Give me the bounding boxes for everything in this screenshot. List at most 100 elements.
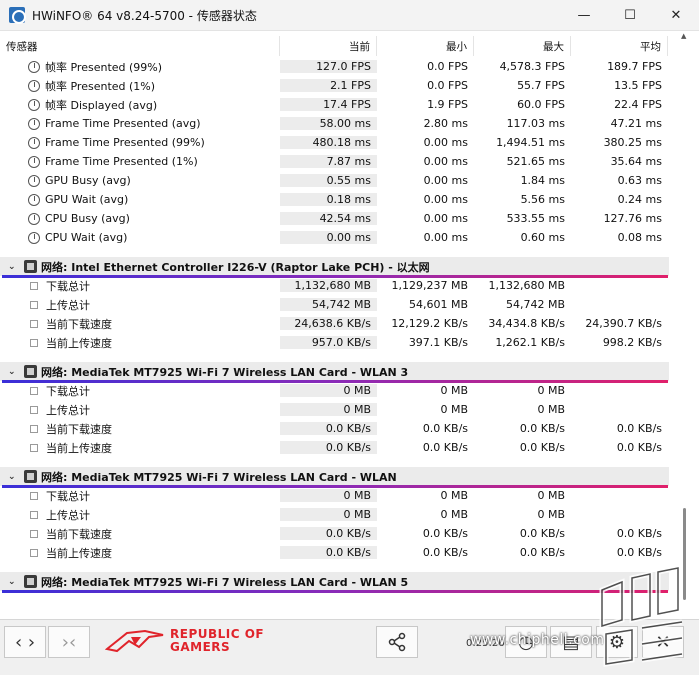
clock-icon [28, 155, 40, 168]
clock-icon [28, 60, 40, 73]
sensor-row[interactable]: 上传总计 54,742 MB 54,601 MB 54,742 MB [0, 295, 669, 314]
value-current: 0 MB [280, 384, 377, 397]
nav-prev-next-button[interactable]: ‹ › [4, 626, 46, 658]
sensor-row[interactable]: GPU Busy (avg) 0.55 ms 0.00 ms 1.84 ms 0.63 … [0, 171, 669, 190]
sensor-row[interactable]: 当前上传速度 0.0 KB/s 0.0 KB/s 0.0 KB/s 0.0 KB/s [0, 543, 669, 562]
value-max: 55.7 FPS [517, 79, 565, 92]
value-current: 17.4 FPS [280, 98, 377, 111]
sensor-row[interactable]: 当前上传速度 0.0 KB/s 0.0 KB/s 0.0 KB/s 0.0 KB/s [0, 438, 669, 457]
value-current: 127.0 FPS [280, 60, 377, 73]
group-accent-line [2, 485, 668, 488]
sensor-row[interactable]: 帧率 Displayed (avg) 17.4 FPS 1.9 FPS 60.0 FP… [0, 95, 669, 114]
value-avg: 0.63 ms [617, 174, 662, 187]
value-avg: 127.76 ms [603, 212, 662, 225]
network-sensor-icon [30, 510, 38, 519]
value-current: 0.0 KB/s [280, 441, 377, 454]
title-bar: HWiNFO® 64 v8.24-5700 - 传感器状态 — ☐ ✕ [0, 0, 699, 31]
value-avg: 0.0 KB/s [616, 546, 662, 559]
column-max[interactable]: 最大 [474, 36, 571, 56]
sensor-row[interactable]: 当前上传速度 957.0 KB/s 397.1 KB/s 1,262.1 KB/s 99… [0, 333, 669, 352]
clock-icon [28, 231, 40, 244]
value-current: 0.0 KB/s [280, 422, 377, 435]
network-adapter-icon [24, 470, 37, 483]
chevron-down-icon[interactable]: ⌄ [8, 367, 20, 377]
sensor-row[interactable]: 当前下载速度 0.0 KB/s 0.0 KB/s 0.0 KB/s 0.0 KB/s [0, 419, 669, 438]
sensor-row[interactable]: 当前下载速度 0.0 KB/s 0.0 KB/s 0.0 KB/s 0.0 KB/s [0, 524, 669, 543]
sensor-row[interactable]: Frame Time Presented (avg) 58.00 ms 2.80 m… [0, 114, 669, 133]
close-button[interactable]: ✕ [653, 0, 699, 31]
value-max: 0.0 KB/s [519, 441, 565, 454]
value-min: 0.0 KB/s [422, 527, 468, 540]
sensor-row[interactable]: 下载总计 1,132,680 MB 1,129,237 MB 1,132,680 MB [0, 276, 669, 295]
column-avg[interactable]: 平均 [571, 36, 668, 56]
sensor-name: 下载总计 [46, 384, 90, 398]
sensor-name: 上传总计 [46, 298, 90, 312]
value-avg: 0.24 ms [617, 193, 662, 206]
sensor-name: 当前上传速度 [46, 546, 112, 560]
value-current: 2.1 FPS [280, 79, 377, 92]
sensor-group-header[interactable]: ⌄ 网络: MediaTek MT7925 Wi-Fi 7 Wireless LA… [0, 467, 669, 488]
sensor-row[interactable]: 帧率 Presented (1%) 2.1 FPS 0.0 FPS 55.7 FPS 1… [0, 76, 669, 95]
sensor-list[interactable]: 帧率 Presented (99%) 127.0 FPS 0.0 FPS 4,578.… [0, 57, 669, 617]
sensor-row[interactable]: CPU Wait (avg) 0.00 ms 0.00 ms 0.60 ms 0.08 … [0, 228, 669, 247]
value-current: 54,742 MB [280, 298, 377, 311]
clock-icon [28, 193, 40, 206]
value-current: 957.0 KB/s [280, 336, 377, 349]
sensor-row[interactable]: Frame Time Presented (99%) 480.18 ms 0.00 … [0, 133, 669, 152]
sensor-row[interactable]: GPU Wait (avg) 0.18 ms 0.00 ms 5.56 ms 0.24 … [0, 190, 669, 209]
nav-collapse-button[interactable]: ›‹ [48, 626, 90, 658]
value-avg: 380.25 ms [603, 136, 662, 149]
network-adapter-icon [24, 365, 37, 378]
sensor-group-header[interactable]: ⌄ 网络: Intel Ethernet Controller I226-V (R… [0, 257, 669, 278]
chevron-down-icon[interactable]: ⌄ [8, 472, 20, 482]
sensor-group-header[interactable]: ⌄ 网络: MediaTek MT7925 Wi-Fi 7 Wireless LA… [0, 362, 669, 383]
clock-icon [28, 136, 40, 149]
group-title: 网络: MediaTek MT7925 Wi-Fi 7 Wireless LAN… [41, 470, 397, 484]
sensor-name-cell: CPU Busy (avg) [0, 212, 280, 225]
value-avg: 22.4 FPS [614, 98, 662, 111]
column-current[interactable]: 当前 [280, 36, 377, 56]
value-max: 0.60 ms [520, 231, 565, 244]
sensor-name-cell: CPU Wait (avg) [0, 231, 280, 244]
sensor-row[interactable]: CPU Busy (avg) 42.54 ms 0.00 ms 533.55 ms 12… [0, 209, 669, 228]
chevron-down-icon[interactable]: ⌄ [8, 577, 20, 587]
sensor-name-cell: 下载总计 [0, 488, 280, 504]
maximize-button[interactable]: ☐ [607, 0, 653, 31]
value-max: 0.0 KB/s [519, 527, 565, 540]
value-min: 1,129,237 MB [391, 279, 468, 292]
value-current: 0.18 ms [280, 193, 377, 206]
sensor-name: 帧率 Presented (1%) [45, 79, 156, 93]
sensor-row[interactable]: 上传总计 0 MB 0 MB 0 MB [0, 505, 669, 524]
value-max: 117.03 ms [506, 117, 565, 130]
sensor-row[interactable]: Frame Time Presented (1%) 7.87 ms 0.00 ms 5… [0, 152, 669, 171]
value-min: 0.00 ms [423, 231, 468, 244]
share-button[interactable] [376, 626, 418, 658]
clock-icon [28, 117, 40, 130]
network-adapter-icon [24, 575, 37, 588]
value-min: 0.0 FPS [427, 60, 468, 73]
clock-icon [28, 174, 40, 187]
sensor-name-cell: 当前上传速度 [0, 335, 280, 351]
sensor-name-cell: 帧率 Displayed (avg) [0, 97, 280, 113]
chevron-down-icon[interactable]: ⌄ [8, 262, 20, 272]
sensor-row[interactable]: 当前下载速度 24,638.6 KB/s 12,129.2 KB/s 34,434.8… [0, 314, 669, 333]
column-sensor[interactable]: 传感器 [0, 36, 280, 56]
sensor-row[interactable]: 帧率 Presented (99%) 127.0 FPS 0.0 FPS 4,578.… [0, 57, 669, 76]
sensor-row[interactable]: 上传总计 0 MB 0 MB 0 MB [0, 400, 669, 419]
value-max: 1,132,680 MB [488, 279, 565, 292]
sensor-name: 当前下载速度 [46, 317, 112, 331]
minimize-button[interactable]: — [561, 0, 607, 31]
sensor-name: CPU Wait (avg) [45, 231, 128, 244]
sensor-row[interactable]: 下载总计 0 MB 0 MB 0 MB [0, 381, 669, 400]
network-sensor-icon [30, 338, 38, 347]
value-current: 0.55 ms [280, 174, 377, 187]
sensor-group-header[interactable]: ⌄ 网络: MediaTek MT7925 Wi-Fi 7 Wireless LA… [0, 572, 669, 593]
value-current: 0.0 KB/s [280, 546, 377, 559]
sensor-name: 上传总计 [46, 508, 90, 522]
column-min[interactable]: 最小 [377, 36, 474, 56]
network-sensor-icon [30, 405, 38, 414]
network-sensor-icon [30, 443, 38, 452]
sensor-name: GPU Wait (avg) [45, 193, 129, 206]
sensor-row[interactable]: 下载总计 0 MB 0 MB 0 MB [0, 486, 669, 505]
